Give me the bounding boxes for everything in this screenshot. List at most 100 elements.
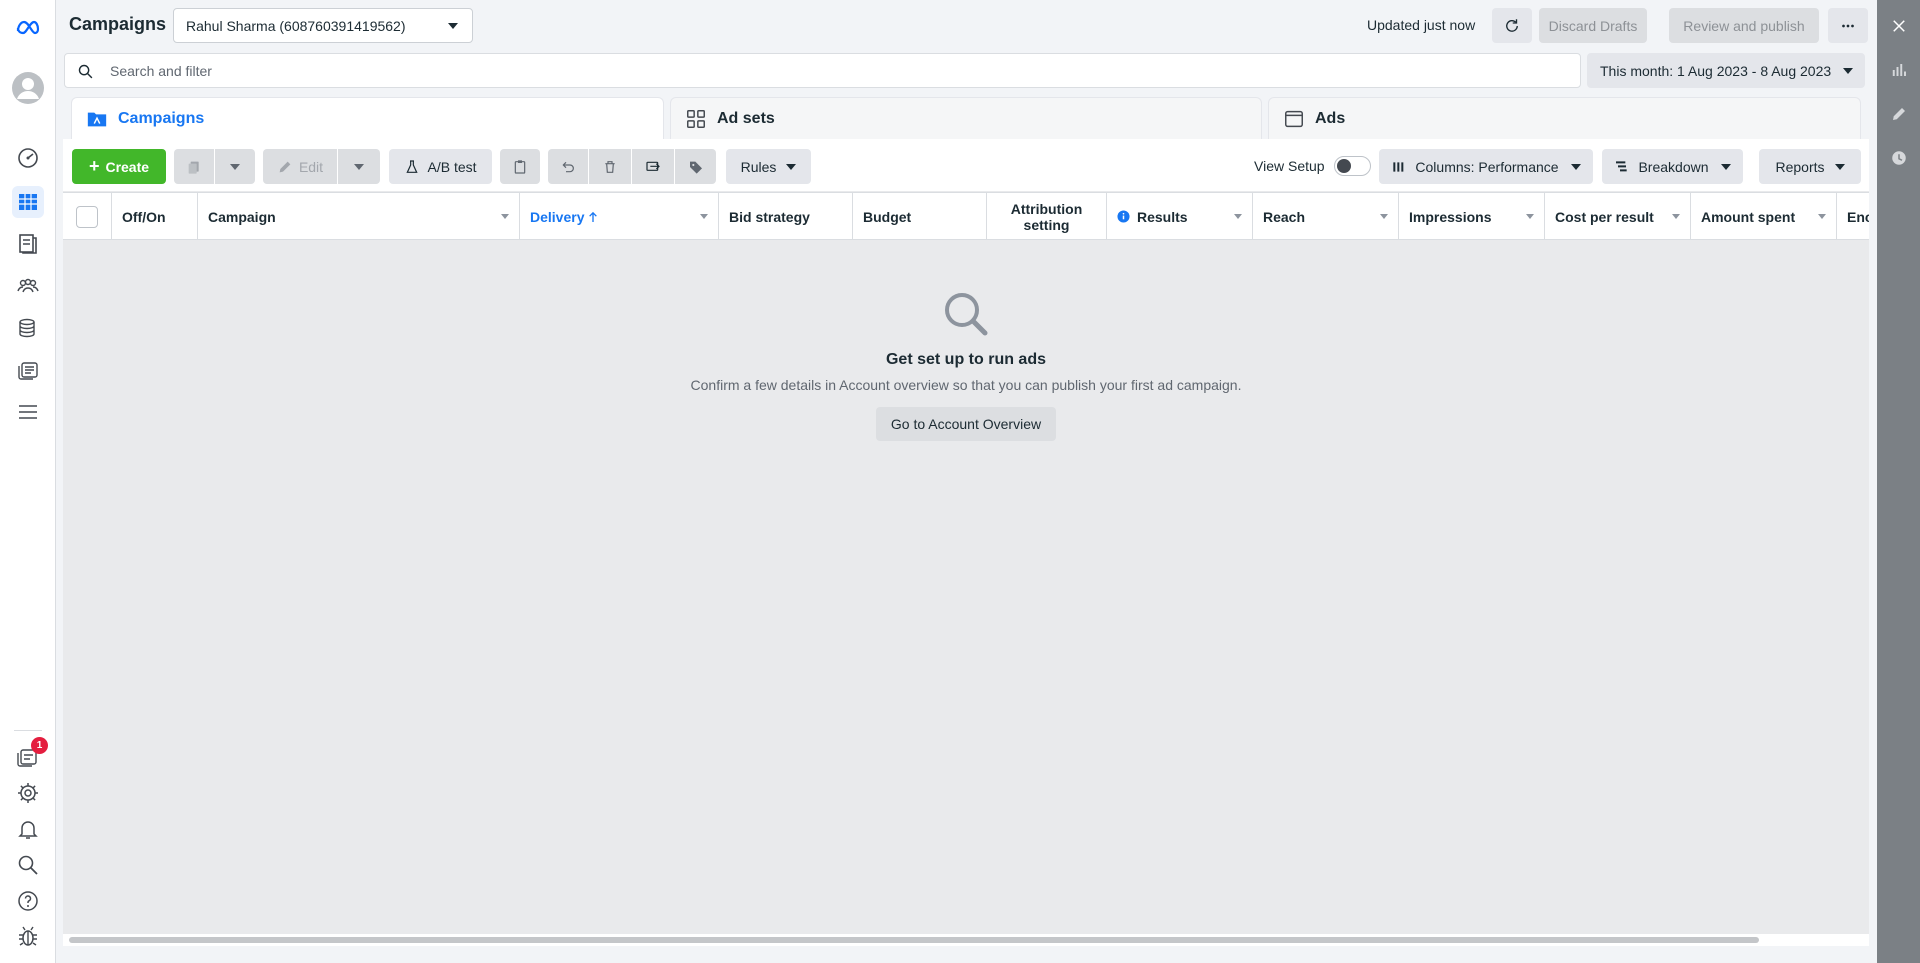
view-setup-toggle[interactable] <box>1334 156 1371 176</box>
catalog-icon[interactable] <box>12 228 44 260</box>
empty-state-title: Get set up to run ads <box>885 351 1046 368</box>
column-results[interactable]: Results <box>1107 193 1253 240</box>
toolbar: + Create Edit A/B test Rules View Setup … <box>63 139 1869 191</box>
notification-badge: 1 <box>31 737 48 754</box>
columns-button[interactable]: Columns: Performance <box>1379 149 1593 184</box>
create-label: Create <box>105 158 150 175</box>
tab-campaigns[interactable]: Campaigns <box>71 97 664 139</box>
refresh-icon <box>1506 18 1518 32</box>
delete-button[interactable] <box>589 149 631 184</box>
sort-chevron-icon[interactable] <box>1818 214 1826 219</box>
table-header: Off/On Campaign Delivery Bid strategy Bu… <box>63 192 1869 240</box>
rules-label: Rules <box>740 158 777 175</box>
audiences-icon[interactable] <box>12 270 44 302</box>
chevron-down-icon <box>1720 163 1731 170</box>
edit-label: Edit <box>298 158 324 175</box>
column-delivery[interactable]: Delivery <box>520 193 719 240</box>
column-cost-per-result[interactable]: Cost per result <box>1545 193 1691 240</box>
chevron-down-icon <box>230 163 240 170</box>
account-name: Rahul Sharma (608760391419562) <box>186 17 406 34</box>
refresh-button[interactable] <box>1492 8 1532 43</box>
edit-button[interactable]: Edit <box>263 149 337 184</box>
chevron-down-icon <box>354 163 364 170</box>
rules-button[interactable]: Rules <box>726 149 811 184</box>
column-label: Amount spent <box>1701 208 1796 225</box>
campaigns-table-icon[interactable] <box>12 186 44 218</box>
ab-test-button[interactable]: A/B test <box>389 149 492 184</box>
sort-chevron-icon[interactable] <box>1234 214 1242 219</box>
tab-label: Campaigns <box>118 109 205 127</box>
plus-icon: + <box>88 156 100 176</box>
edit-pencil-icon[interactable] <box>1887 102 1911 126</box>
ads-reporting-icon[interactable] <box>12 354 44 386</box>
history-clock-icon[interactable] <box>1887 146 1911 170</box>
billing-icon[interactable] <box>12 312 44 344</box>
tag-button[interactable] <box>675 149 716 184</box>
pencil-icon <box>279 161 291 172</box>
reports-button[interactable]: Reports <box>1759 149 1861 184</box>
column-impressions[interactable]: Impressions <box>1399 193 1545 240</box>
account-selector[interactable]: Rahul Sharma (608760391419562) <box>173 8 473 43</box>
dashboard-icon[interactable] <box>12 142 44 174</box>
magnifier-icon <box>945 293 988 336</box>
sort-chevron-icon[interactable] <box>700 214 708 219</box>
sort-chevron-icon[interactable] <box>1380 214 1388 219</box>
bug-report-icon[interactable] <box>12 921 44 953</box>
avatar[interactable] <box>12 72 44 104</box>
review-publish-button[interactable]: Review and publish <box>1669 8 1819 43</box>
clipboard-button[interactable] <box>500 149 540 184</box>
column-reach[interactable]: Reach <box>1253 193 1399 240</box>
duplicate-button[interactable] <box>174 149 214 184</box>
close-icon[interactable] <box>1887 14 1911 38</box>
discard-drafts-button[interactable]: Discard Drafts <box>1539 8 1647 43</box>
tab-ad-sets[interactable]: Ad sets <box>670 97 1262 139</box>
flask-icon <box>406 159 419 173</box>
column-off-on[interactable]: Off/On <box>112 193 198 240</box>
scrollbar-thumb[interactable] <box>69 937 1759 943</box>
column-label: Attribution setting <box>1010 200 1083 233</box>
sort-chevron-icon[interactable] <box>1672 214 1680 219</box>
date-range-selector[interactable]: This month: 1 Aug 2023 - 8 Aug 2023 <box>1587 53 1865 88</box>
tab-ads[interactable]: Ads <box>1268 97 1861 139</box>
menu-icon[interactable] <box>12 396 44 428</box>
info-icon[interactable] <box>1117 210 1130 223</box>
go-to-account-overview-button[interactable]: Go to Account Overview <box>875 407 1057 441</box>
preview-icon <box>646 161 660 171</box>
column-budget[interactable]: Budget <box>853 193 987 240</box>
column-ends[interactable]: Enc <box>1837 193 1869 240</box>
column-amount-spent[interactable]: Amount spent <box>1691 193 1837 240</box>
notifications-inbox-icon[interactable]: 1 <box>12 737 48 773</box>
column-label: Cost per result <box>1555 208 1654 225</box>
chevron-down-icon <box>1570 163 1581 170</box>
bar-chart-icon[interactable] <box>1887 58 1911 82</box>
column-label: Enc <box>1847 208 1869 225</box>
meta-logo-icon[interactable] <box>12 12 44 44</box>
column-campaign[interactable]: Campaign <box>198 193 520 240</box>
sort-chevron-icon[interactable] <box>501 214 509 219</box>
column-label: Delivery <box>530 208 585 225</box>
edit-dropdown-button[interactable] <box>338 149 380 184</box>
duplicate-dropdown-button[interactable] <box>215 149 255 184</box>
search-icon[interactable] <box>12 849 44 881</box>
horizontal-scrollbar[interactable] <box>63 934 1869 946</box>
breakdown-button[interactable]: Breakdown <box>1602 149 1743 184</box>
help-icon[interactable] <box>12 885 44 917</box>
select-all-checkbox[interactable] <box>76 205 98 228</box>
sort-chevron-icon[interactable] <box>1526 214 1534 219</box>
search-filter-bar[interactable] <box>64 53 1581 88</box>
column-bid-strategy[interactable]: Bid strategy <box>719 193 853 240</box>
more-options-button[interactable] <box>1828 8 1868 43</box>
undo-button[interactable] <box>548 149 588 184</box>
select-all-cell <box>63 193 112 240</box>
search-input[interactable] <box>110 60 1510 82</box>
ab-test-label: A/B test <box>427 158 477 175</box>
chevron-down-icon <box>1834 163 1845 170</box>
preview-button[interactable] <box>632 149 674 184</box>
settings-gear-icon[interactable] <box>12 777 44 809</box>
create-button[interactable]: + Create <box>72 149 166 184</box>
ads-window-icon <box>1285 110 1303 127</box>
chevron-down-icon <box>1843 68 1853 74</box>
sort-ascending-arrow-icon <box>589 211 598 222</box>
column-attribution-setting[interactable]: Attribution setting <box>987 193 1107 240</box>
bell-icon[interactable] <box>12 813 44 845</box>
